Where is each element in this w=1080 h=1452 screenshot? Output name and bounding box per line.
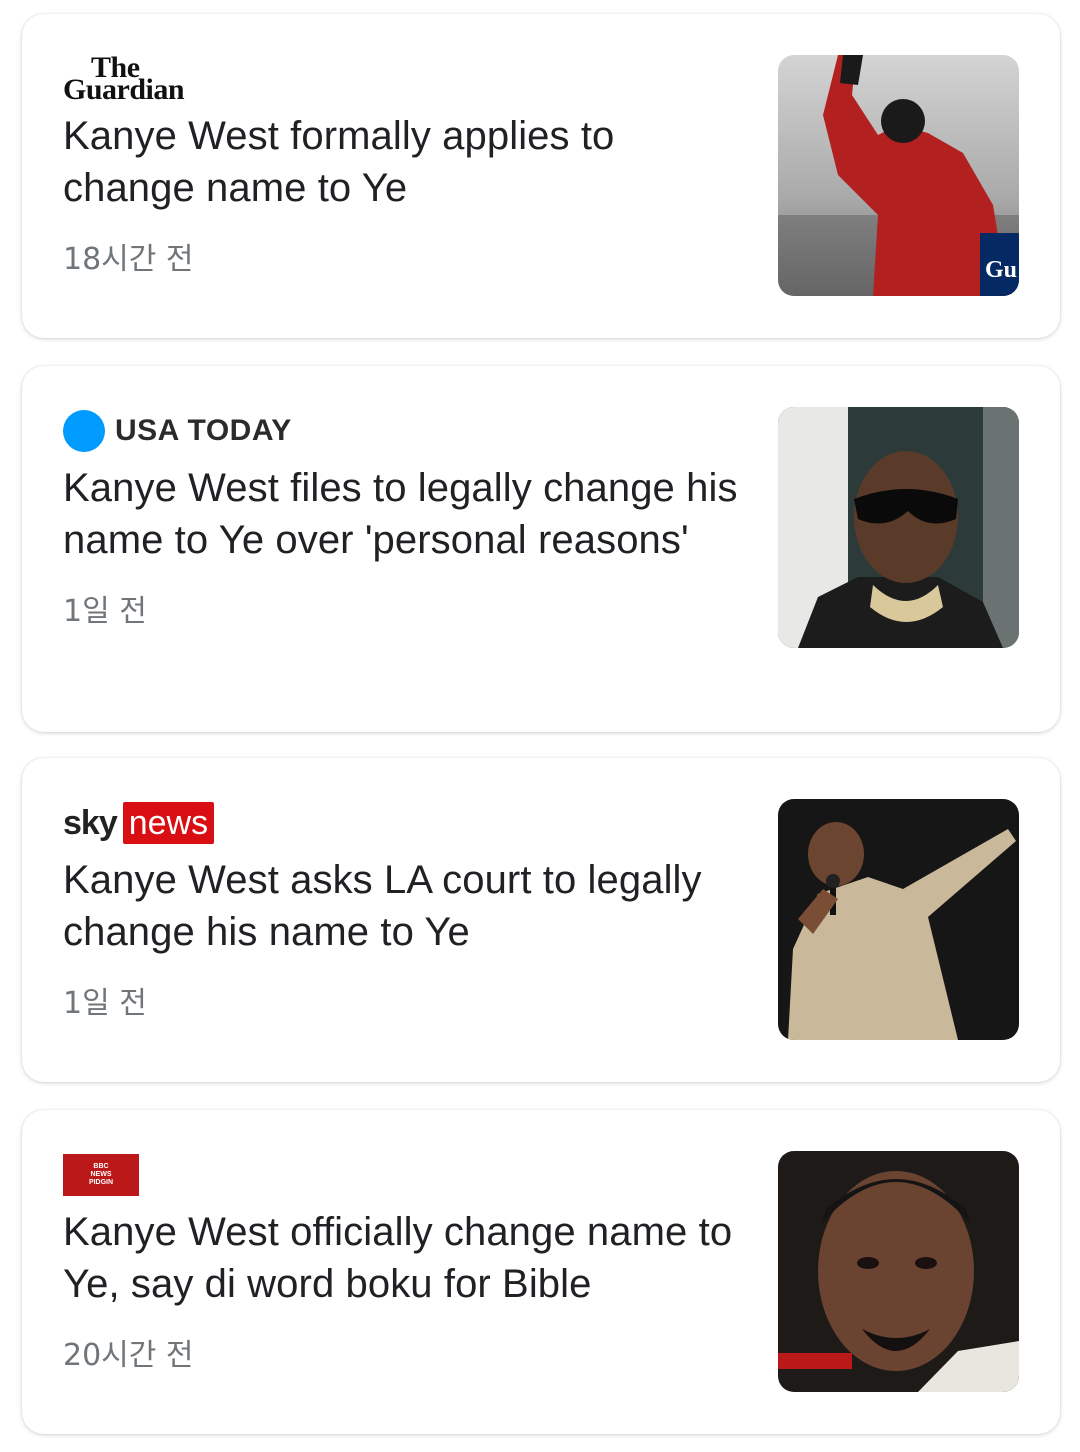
guardian-logo: The Guardian [63, 51, 185, 106]
article-headline[interactable]: Kanye West asks LA court to legally chan… [63, 854, 753, 958]
source-logo-bbc-pidgin: BBC NEWS PIDGIN [63, 1150, 753, 1200]
article-time: 18시간 전 [63, 242, 194, 277]
article-thumbnail[interactable] [778, 407, 1019, 648]
news-card[interactable]: sky news Kanye West asks LA court to leg… [22, 758, 1060, 1082]
news-card[interactable]: BBC NEWS PIDGIN Kanye West officially ch… [22, 1110, 1060, 1434]
news-card[interactable]: The Guardian Kanye West formally applies… [22, 14, 1060, 338]
article-thumbnail[interactable]: Gu [778, 55, 1019, 296]
article-headline[interactable]: Kanye West formally applies to change na… [63, 110, 753, 214]
article-thumbnail[interactable] [778, 799, 1019, 1040]
source-logo-usa-today: USA TODAY [63, 406, 753, 456]
svg-text:Gu: Gu [985, 257, 1017, 283]
guardian-photo-red-hoodie-icon: Gu [778, 55, 1019, 296]
news-feed: The Guardian Kanye West formally applies… [0, 0, 1080, 1452]
card-text: USA TODAY Kanye West files to legally ch… [63, 406, 753, 630]
bbc-news-pidgin-logo: BBC NEWS PIDGIN [63, 1154, 139, 1196]
photo-portrait-closeup-icon [778, 1151, 1019, 1392]
card-text: BBC NEWS PIDGIN Kanye West officially ch… [63, 1150, 753, 1374]
article-headline[interactable]: Kanye West officially change name to Ye,… [63, 1206, 753, 1310]
article-time: 1일 전 [63, 986, 147, 1021]
source-logo-guardian: The Guardian [63, 51, 753, 106]
card-text: sky news Kanye West asks LA court to leg… [63, 798, 753, 1022]
news-card[interactable]: USA TODAY Kanye West files to legally ch… [22, 366, 1060, 732]
article-time: 20시간 전 [63, 1338, 194, 1373]
sky-news-logo: sky news [63, 802, 215, 844]
card-text: The Guardian Kanye West formally applies… [63, 51, 753, 278]
article-time: 1일 전 [63, 594, 147, 629]
photo-sunglasses-portrait-icon [778, 407, 1019, 648]
article-headline[interactable]: Kanye West files to legally change his n… [63, 462, 753, 566]
photo-performer-microphone-icon [778, 799, 1019, 1040]
source-logo-sky-news: sky news [63, 798, 753, 848]
article-thumbnail[interactable] [778, 1151, 1019, 1392]
usa-today-logo: USA TODAY [63, 410, 292, 452]
usa-today-dot-icon [63, 410, 105, 452]
